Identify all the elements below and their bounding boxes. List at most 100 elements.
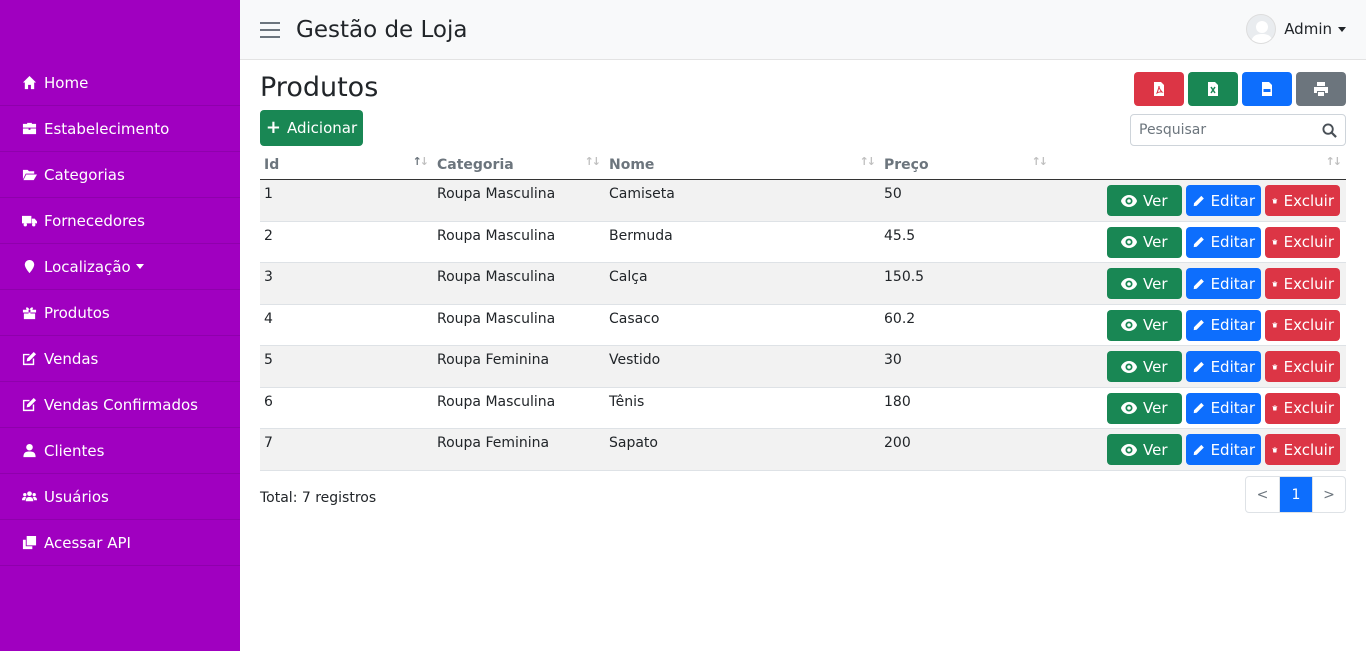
delete-button[interactable]: Excluir: [1265, 309, 1340, 341]
table-body: 1 Roupa Masculina Camiseta 50 Ver Editar…: [260, 180, 1346, 471]
view-button[interactable]: Ver: [1107, 392, 1182, 424]
view-button[interactable]: Ver: [1107, 268, 1182, 299]
view-button[interactable]: Ver: [1107, 309, 1182, 341]
view-label: Ver: [1143, 274, 1168, 293]
sidebar-item-localizacao[interactable]: Localização: [0, 244, 240, 290]
pagination-prev[interactable]: <: [1246, 477, 1279, 512]
delete-button[interactable]: Excluir: [1265, 268, 1340, 299]
map-marker-icon: [20, 259, 38, 275]
sidebar-item-home[interactable]: Home: [0, 60, 240, 106]
delete-button[interactable]: Excluir: [1265, 351, 1340, 382]
sidebar-item-label: Produtos: [44, 303, 110, 322]
view-button[interactable]: Ver: [1107, 434, 1182, 465]
sort-icon: ↑↓: [1031, 155, 1049, 168]
edit-label: Editar: [1210, 274, 1255, 293]
search-input[interactable]: [1131, 122, 1311, 138]
edit-button[interactable]: Editar: [1186, 392, 1261, 424]
cell-id: 2: [264, 227, 273, 244]
row-actions: Ver Editar Excluir: [1052, 429, 1346, 470]
briefcase-icon: [20, 121, 38, 137]
table-row: 1 Roupa Masculina Camiseta 50 Ver Editar…: [260, 180, 1346, 222]
table-header: Id ↑↓ Categoria ↑↓ Nome ↑↓ Preço ↑↓ ↑↓: [260, 154, 1346, 180]
column-header-categoria[interactable]: Categoria ↑↓: [433, 154, 605, 179]
trash-icon: [1272, 198, 1278, 203]
print-button[interactable]: [1296, 72, 1346, 106]
sidebar-item-usuarios[interactable]: Usuários: [0, 474, 240, 520]
edit-label: Editar: [1210, 316, 1255, 334]
delete-label: Excluir: [1283, 274, 1334, 293]
sidebar-item-label: Home: [44, 73, 89, 92]
edit-button[interactable]: Editar: [1186, 226, 1261, 258]
view-button[interactable]: Ver: [1107, 226, 1182, 258]
cell-preco: 50: [884, 186, 902, 202]
cell-preco: 60.2: [884, 310, 916, 327]
search-box: [1130, 114, 1346, 146]
sidebar-item-label: Estabelecimento: [44, 119, 170, 138]
export-pdf-button[interactable]: [1134, 72, 1184, 106]
view-button[interactable]: Ver: [1107, 185, 1182, 216]
sidebar-item-vendas[interactable]: Vendas: [0, 336, 240, 382]
table-row: 6 Roupa Masculina Tênis 180 Ver Editar E…: [260, 388, 1346, 429]
edit-button[interactable]: Editar: [1186, 434, 1261, 465]
top-navbar: Gestão de Loja Admin: [240, 0, 1366, 60]
sidebar-item-vendas-confirmados[interactable]: Vendas Confirmados: [0, 382, 240, 428]
row-actions: Ver Editar Excluir: [1052, 263, 1346, 304]
pencil-icon: [1193, 444, 1204, 455]
chevron-down-icon: [135, 264, 144, 269]
row-actions: Ver Editar Excluir: [1052, 180, 1346, 221]
delete-label: Excluir: [1283, 399, 1334, 417]
eye-icon: [1121, 443, 1137, 456]
eye-icon: [1121, 236, 1137, 248]
table-row: 4 Roupa Masculina Casaco 60.2 Ver Editar…: [260, 305, 1346, 346]
cell-preco: 180: [884, 393, 911, 410]
delete-button[interactable]: Excluir: [1265, 185, 1340, 216]
pagination-next[interactable]: >: [1312, 477, 1345, 512]
folder-open-icon: [20, 167, 38, 183]
delete-button[interactable]: Excluir: [1265, 226, 1340, 258]
view-button[interactable]: Ver: [1107, 351, 1182, 382]
file-pdf-icon: [1154, 82, 1164, 96]
row-actions: Ver Editar Excluir: [1052, 222, 1346, 263]
table-row: 3 Roupa Masculina Calça 150.5 Ver Editar…: [260, 263, 1346, 305]
delete-button[interactable]: Excluir: [1265, 392, 1340, 424]
user-menu[interactable]: Admin: [1246, 14, 1346, 44]
cell-categoria: Roupa Masculina: [437, 269, 556, 285]
sidebar-item-estabelecimento[interactable]: Estabelecimento: [0, 106, 240, 152]
sidebar-item-label: Usuários: [44, 487, 109, 506]
search-icon[interactable]: [1322, 123, 1337, 138]
file-excel-icon: [1208, 82, 1218, 96]
edit-button[interactable]: Editar: [1186, 185, 1261, 216]
sort-icon: ↑↓: [584, 155, 602, 168]
sidebar-item-clientes[interactable]: Clientes: [0, 428, 240, 474]
sidebar-item-label: Vendas Confirmados: [44, 395, 198, 414]
cell-preco: 150.5: [884, 269, 925, 285]
cell-nome: Camiseta: [609, 186, 675, 202]
sidebar-item-categorias[interactable]: Categorias: [0, 152, 240, 198]
sidebar-item-label: Vendas: [44, 349, 99, 368]
column-header-id[interactable]: Id ↑↓: [260, 154, 433, 179]
pagination-page-1[interactable]: 1: [1279, 477, 1312, 512]
cell-nome: Casaco: [609, 310, 660, 327]
export-csv-button[interactable]: [1242, 72, 1292, 106]
sidebar-item-fornecedores[interactable]: Fornecedores: [0, 198, 240, 244]
delete-button[interactable]: Excluir: [1265, 434, 1340, 465]
pencil-icon: [1193, 195, 1204, 206]
export-excel-button[interactable]: [1188, 72, 1238, 106]
edit-button[interactable]: Editar: [1186, 309, 1261, 341]
column-header-acoes[interactable]: ↑↓: [1052, 154, 1346, 179]
pencil-icon: [1193, 236, 1204, 248]
table-row: 7 Roupa Feminina Sapato 200 Ver Editar E…: [260, 429, 1346, 471]
sidebar-item-produtos[interactable]: Produtos: [0, 290, 240, 336]
avatar: [1246, 14, 1277, 44]
add-button[interactable]: + Adicionar: [260, 110, 363, 146]
column-header-nome[interactable]: Nome ↑↓: [605, 154, 880, 179]
sidebar-item-acessar-api[interactable]: Acessar API: [0, 520, 240, 566]
edit-button[interactable]: Editar: [1186, 351, 1261, 382]
menu-toggle-icon[interactable]: [260, 21, 280, 38]
column-header-preco[interactable]: Preço ↑↓: [880, 154, 1052, 179]
view-label: Ver: [1143, 357, 1168, 376]
view-label: Ver: [1143, 191, 1168, 210]
edit-button[interactable]: Editar: [1186, 268, 1261, 299]
cell-nome: Sapato: [609, 435, 658, 451]
cell-categoria: Roupa Masculina: [437, 310, 556, 327]
